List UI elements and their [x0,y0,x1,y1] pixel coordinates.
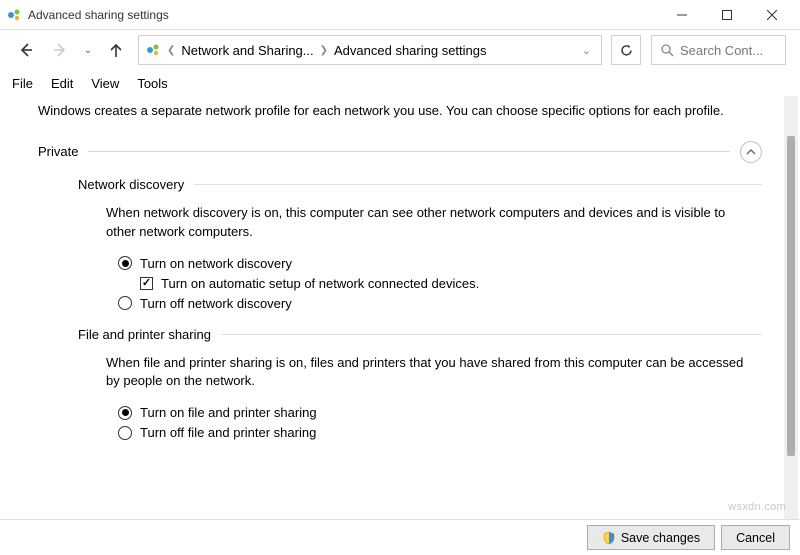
radio-turn-off-sharing[interactable]: Turn off file and printer sharing [118,425,762,440]
window-title: Advanced sharing settings [28,8,659,22]
radio-icon [118,406,132,420]
section-label: Private [38,144,78,159]
option-label: Turn on automatic setup of network conne… [161,276,479,291]
button-label: Save changes [621,531,700,545]
content-area: Windows creates a separate network profi… [0,96,800,519]
chevron-down-icon[interactable]: ⌄ [582,44,591,57]
file-printer-options: Turn on file and printer sharing Turn of… [118,405,762,440]
subsection-header: Network discovery [78,177,762,192]
network-icon [145,42,161,58]
option-label: Turn off network discovery [140,296,292,311]
radio-turn-off-discovery[interactable]: Turn off network discovery [118,296,762,311]
subsection-label: File and printer sharing [78,327,211,342]
menubar: File Edit View Tools [0,70,800,96]
up-button[interactable] [104,38,128,62]
shield-icon [602,531,616,545]
radio-icon [118,256,132,270]
option-label: Turn on network discovery [140,256,292,271]
forward-button[interactable] [48,38,72,62]
minimize-button[interactable] [659,0,704,30]
radio-turn-on-discovery[interactable]: Turn on network discovery [118,256,762,271]
refresh-button[interactable] [611,35,641,65]
menu-view[interactable]: View [91,76,119,91]
search-placeholder: Search Cont... [680,43,763,58]
collapse-icon[interactable] [740,141,762,163]
subsection-label: Network discovery [78,177,184,192]
chevron-right-icon: ❯ [320,45,328,56]
menu-edit[interactable]: Edit [51,76,73,91]
save-changes-button[interactable]: Save changes [587,525,715,550]
checkbox-auto-setup[interactable]: Turn on automatic setup of network conne… [140,276,762,291]
chevron-right-icon: ❮ [167,45,175,56]
maximize-button[interactable] [704,0,749,30]
search-icon [660,43,674,57]
radio-icon [118,296,132,310]
footer: Save changes Cancel [0,519,800,555]
network-icon [6,7,22,23]
divider [221,334,762,335]
section-private-header[interactable]: Private [38,141,762,163]
divider [194,184,762,185]
scroll-region: Windows creates a separate network profi… [0,96,782,519]
file-printer-section: File and printer sharing When file and p… [78,327,762,441]
breadcrumb-item[interactable]: Network and Sharing... [181,43,313,58]
vertical-scrollbar[interactable] [784,96,798,519]
cancel-button[interactable]: Cancel [721,525,790,550]
back-button[interactable] [14,38,38,62]
menu-file[interactable]: File [12,76,33,91]
titlebar: Advanced sharing settings [0,0,800,30]
radio-turn-on-sharing[interactable]: Turn on file and printer sharing [118,405,762,420]
history-dropdown[interactable]: ⌄ [82,45,94,56]
menu-tools[interactable]: Tools [137,76,167,91]
search-input[interactable]: Search Cont... [651,35,786,65]
breadcrumb-item[interactable]: Advanced sharing settings [334,43,486,58]
radio-icon [118,426,132,440]
option-label: Turn off file and printer sharing [140,425,316,440]
window-controls [659,0,794,30]
subsection-header: File and printer sharing [78,327,762,342]
close-button[interactable] [749,0,794,30]
button-label: Cancel [736,531,775,545]
scrollbar-thumb[interactable] [787,136,795,456]
subsection-description: When file and printer sharing is on, fil… [106,354,762,392]
option-label: Turn on file and printer sharing [140,405,317,420]
subsection-description: When network discovery is on, this compu… [106,204,762,242]
intro-text: Windows creates a separate network profi… [38,102,762,121]
divider [88,151,730,152]
address-bar[interactable]: ❮ Network and Sharing... ❯ Advanced shar… [138,35,602,65]
navigation-toolbar: ⌄ ❮ Network and Sharing... ❯ Advanced sh… [0,30,800,70]
network-discovery-section: Network discovery When network discovery… [78,177,762,311]
checkbox-icon [140,277,153,290]
watermark: wsxdn.com [728,501,786,513]
network-discovery-options: Turn on network discovery Turn on automa… [118,256,762,311]
